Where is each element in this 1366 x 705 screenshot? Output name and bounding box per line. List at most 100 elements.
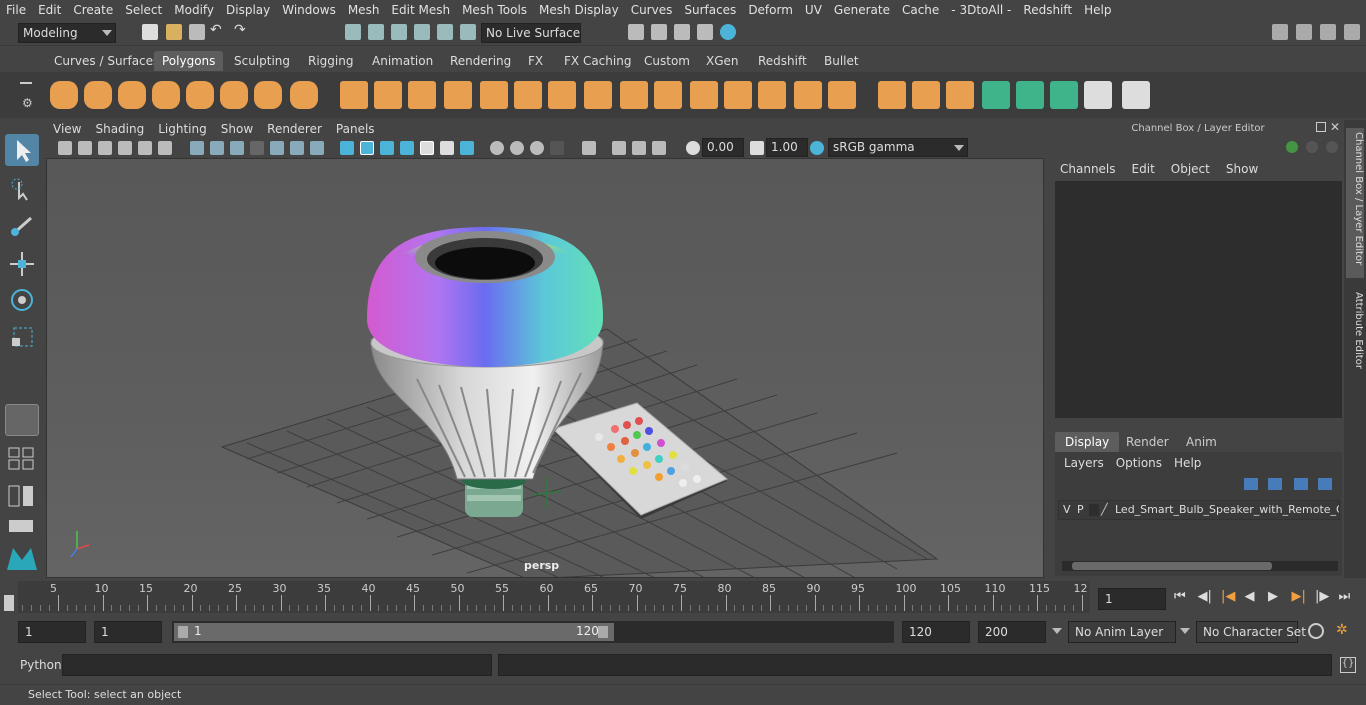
poly-sphere-icon[interactable] <box>50 81 78 109</box>
menu-generate[interactable]: Generate <box>828 3 896 17</box>
exposure-field[interactable]: 0.00 <box>702 138 744 157</box>
select-tool-icon[interactable] <box>5 134 39 166</box>
auto-key-icon[interactable] <box>1308 623 1324 639</box>
menu-cache[interactable]: Cache <box>896 3 945 17</box>
save-scene-icon[interactable] <box>189 24 205 40</box>
ipr-render-icon[interactable] <box>674 24 690 40</box>
menu-help[interactable]: Help <box>1078 3 1117 17</box>
mirror-icon[interactable] <box>514 81 542 109</box>
shelf-menu-icon[interactable] <box>20 82 32 84</box>
show-manipulator-icon[interactable] <box>5 404 39 436</box>
shadows-icon[interactable] <box>440 141 454 155</box>
safe-title-icon[interactable] <box>310 141 324 155</box>
gate-mask-icon[interactable] <box>250 141 264 155</box>
new-layer-selected-icon[interactable] <box>1318 478 1332 490</box>
move-layer-up-icon[interactable] <box>1244 478 1258 490</box>
redo-icon[interactable]: ↷ <box>234 22 250 38</box>
animation-end-field[interactable]: 200 <box>978 621 1046 643</box>
isolate-select-icon[interactable] <box>550 141 564 155</box>
extract-icon[interactable] <box>408 81 436 109</box>
ambient-occlusion-icon[interactable] <box>460 141 474 155</box>
layer-scrollbar-thumb[interactable] <box>1072 562 1272 570</box>
fill-hole-icon[interactable] <box>794 81 822 109</box>
smooth-shade-icon[interactable] <box>360 141 374 155</box>
xray-components-icon[interactable] <box>632 141 646 155</box>
wireframe-on-shaded-icon[interactable] <box>380 141 394 155</box>
channel-box-menu-edit[interactable]: Edit <box>1124 162 1163 176</box>
live-surface-field[interactable]: No Live Surface <box>481 23 581 43</box>
menu-mesh[interactable]: Mesh <box>342 3 386 17</box>
use-all-lights-icon[interactable] <box>420 141 434 155</box>
menu-create[interactable]: Create <box>67 3 119 17</box>
scale-tool-icon[interactable] <box>5 320 39 352</box>
rotate-tool-icon[interactable] <box>5 284 39 316</box>
extrude-icon[interactable] <box>584 81 612 109</box>
textured-icon[interactable] <box>400 141 414 155</box>
menu-mesh-tools[interactable]: Mesh Tools <box>456 3 533 17</box>
camera-select-icon[interactable] <box>58 141 72 155</box>
mode-selector[interactable]: Modeling <box>18 23 116 43</box>
render-sequence-icon[interactable] <box>651 24 667 40</box>
backface-culling-icon[interactable] <box>652 141 666 155</box>
animation-start-field[interactable]: 1 <box>18 621 86 643</box>
separate-icon[interactable] <box>374 81 402 109</box>
shelf-tab-rigging[interactable]: Rigging <box>300 51 361 71</box>
chevron-down-icon[interactable] <box>1052 628 1062 634</box>
menu-deform[interactable]: Deform <box>742 3 799 17</box>
menu-uv[interactable]: UV <box>799 3 828 17</box>
new-scene-icon[interactable] <box>142 24 158 40</box>
gamma-icon[interactable] <box>750 141 764 155</box>
shelf-tab-curves-surfaces[interactable]: Curves / Surfaces <box>46 51 167 71</box>
menu-file[interactable]: File <box>0 3 32 17</box>
close-icon[interactable]: ✕ <box>1330 120 1340 134</box>
step-forward-frame-icon[interactable]: |▶ <box>1315 589 1329 604</box>
layer-playback-toggle[interactable]: P <box>1077 503 1084 516</box>
go-to-end-icon[interactable]: ⏭ <box>1339 589 1351 604</box>
snap-point-icon[interactable] <box>460 24 476 40</box>
exposure-icon[interactable] <box>686 141 700 155</box>
go-to-start-icon[interactable]: ⏮ <box>1174 589 1186 604</box>
command-language-label[interactable]: Python <box>20 658 62 672</box>
shelf-tab-fx-caching[interactable]: FX Caching <box>556 51 639 71</box>
multi-cut-icon[interactable] <box>690 81 718 109</box>
poly-plane-icon[interactable] <box>186 81 214 109</box>
poly-pyramid-icon[interactable] <box>254 81 282 109</box>
channel-box-menu-object[interactable]: Object <box>1163 162 1218 176</box>
float-panel-icon[interactable] <box>1316 122 1326 132</box>
shelf-tab-xgen[interactable]: XGen <box>698 51 747 71</box>
poly-cone-icon[interactable] <box>152 81 180 109</box>
play-forwards-icon[interactable]: ▶ <box>1268 589 1278 604</box>
resolution-gate-icon[interactable] <box>230 141 244 155</box>
move-layer-down-icon[interactable] <box>1268 478 1282 490</box>
target-weld-icon[interactable] <box>724 81 752 109</box>
color-space-selector[interactable]: sRGB gamma <box>828 138 968 157</box>
shelf-tab-fx[interactable]: FX <box>520 51 551 71</box>
spherical-uv-icon[interactable] <box>1084 81 1112 109</box>
layer-tab-anim[interactable]: Anim <box>1176 432 1227 452</box>
channel-box-axis-icon[interactable] <box>1286 141 1298 153</box>
layer-row[interactable]: V P ╱ Led_Smart_Bulb_Speaker_with_Remote… <box>1058 500 1340 520</box>
layer-tab-render[interactable]: Render <box>1116 432 1179 452</box>
bridge-icon[interactable] <box>548 81 576 109</box>
viewport-menu-lighting[interactable]: Lighting <box>151 122 214 136</box>
poly-cylinder-icon[interactable] <box>118 81 146 109</box>
animation-preferences-icon[interactable]: ✲ <box>1336 622 1348 638</box>
menu-curves[interactable]: Curves <box>625 3 679 17</box>
gamma-field[interactable]: 1.00 <box>766 138 808 157</box>
append-icon[interactable] <box>654 81 682 109</box>
viewport-menu-show[interactable]: Show <box>214 122 260 136</box>
menu-display[interactable]: Display <box>220 3 276 17</box>
time-slider[interactable]: 5 10 15 20 25 30 35 40 45 50 55 60 65 70 75 80 85 90 95 100… <box>18 581 1090 613</box>
xray-joints-icon[interactable] <box>612 141 626 155</box>
menu-redshift[interactable]: Redshift <box>1017 3 1078 17</box>
automatic-uv-icon[interactable] <box>1016 81 1044 109</box>
safe-action-icon[interactable] <box>290 141 304 155</box>
grease-pencil-icon[interactable] <box>138 141 152 155</box>
modeling-toolkit-icon[interactable] <box>1296 24 1312 40</box>
step-forward-key-icon[interactable]: ▶| <box>1292 589 1306 604</box>
layer-scrollbar[interactable] <box>1062 561 1338 571</box>
menu-windows[interactable]: Windows <box>276 3 342 17</box>
single-perspective-layout-icon[interactable] <box>5 444 39 472</box>
perspective-viewport[interactable]: persp <box>46 158 1044 578</box>
offset-loop-icon[interactable] <box>912 81 940 109</box>
